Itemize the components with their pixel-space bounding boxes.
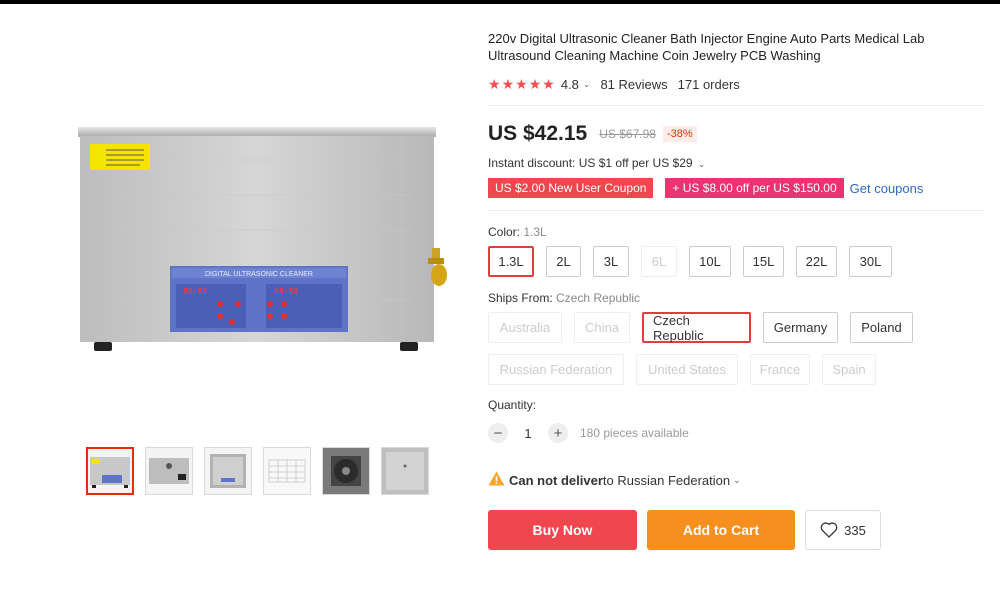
star-icon: ★ <box>528 76 542 92</box>
ships-from-selected-value: Czech Republic <box>556 291 641 305</box>
thumbnail-cleaner-back-image <box>149 458 189 484</box>
color-option-1-3l[interactable]: 1.3L <box>488 246 534 277</box>
ships-option-france: France <box>750 354 810 385</box>
ships-option-russian-federation: Russian Federation <box>488 354 624 385</box>
rating-value[interactable]: 4.8 <box>561 77 579 92</box>
thumbnail-3[interactable] <box>204 447 252 495</box>
add-to-cart-button[interactable]: Add to Cart <box>647 510 795 550</box>
main-product-image[interactable]: DIGITAL ULTRASONIC CLEANER 88:88 88:88 <box>70 100 450 370</box>
reviews-link[interactable]: 81 Reviews <box>600 77 667 92</box>
star-icon: ★ <box>542 76 555 92</box>
current-price: US $42.15 <box>488 122 588 145</box>
instant-discount-text: Instant discount: US $1 off per US $29 <box>488 156 693 170</box>
ships-option-spain: Spain <box>822 354 876 385</box>
thumbnail-cleaner-front-image <box>90 457 130 488</box>
color-label: Color: 1.3L <box>488 225 988 239</box>
action-buttons: Buy Now Add to Cart 335 <box>488 510 988 550</box>
delivery-notice[interactable]: Can not deliver to Russian Federation ⌄ <box>488 471 988 489</box>
star-icon: ★ <box>501 76 515 92</box>
ultrasonic-cleaner-image: DIGITAL ULTRASONIC CLEANER 88:88 88:88 <box>78 127 447 351</box>
quantity-available: 180 pieces available <box>580 426 689 440</box>
store-coupon[interactable]: + US $8.00 off per US $150.00 <box>665 178 844 198</box>
warning-icon <box>488 471 505 489</box>
ships-option-australia: Australia <box>488 312 562 343</box>
svg-text:88:88: 88:88 <box>274 287 298 296</box>
coupon-row: US $2.00 New User Coupon + US $8.00 off … <box>488 178 988 198</box>
get-coupons-link[interactable]: Get coupons <box>850 181 924 196</box>
thumbnail-6[interactable] <box>381 447 429 495</box>
heart-icon <box>820 522 838 538</box>
new-user-coupon[interactable]: US $2.00 New User Coupon <box>488 178 654 198</box>
ships-option-germany[interactable]: Germany <box>763 312 838 343</box>
ships-option-czech-republic[interactable]: Czech Republic <box>642 312 751 343</box>
ships-from-options-row-2: Russian Federation United States France … <box>488 354 988 385</box>
thumbnail-strip <box>86 447 429 495</box>
thumbnail-basket-image <box>264 448 310 494</box>
ships-from-label-text: Ships From: <box>488 291 557 305</box>
ships-from-label: Ships From: Czech Republic <box>488 291 988 305</box>
thumbnail-cleaner-side-image <box>210 454 246 488</box>
chevron-down-icon: ⌄ <box>697 159 706 169</box>
thumbnail-tank-interior-image <box>382 448 428 494</box>
delivery-notice-text: to Russian Federation <box>602 472 731 488</box>
color-option-2l[interactable]: 2L <box>546 246 581 277</box>
star-icon: ★ <box>488 76 501 92</box>
chevron-down-icon[interactable]: ⌄ <box>583 79 591 90</box>
chevron-down-icon: ⌄ <box>733 474 741 485</box>
star-icon: ★ <box>515 76 528 92</box>
original-price: US $67.98 <box>599 127 656 141</box>
ships-from-options-row-1: Australia China Czech Republic Germany P… <box>488 312 988 343</box>
svg-text:88:88: 88:88 <box>183 287 207 296</box>
product-title: 220v Digital Ultrasonic Cleaner Bath Inj… <box>488 31 925 63</box>
thumbnail-5[interactable] <box>322 447 370 495</box>
thumbnail-4[interactable] <box>263 447 311 495</box>
delivery-notice-bold: Can not deliver <box>509 472 603 488</box>
color-option-10l[interactable]: 10L <box>689 246 731 277</box>
color-option-30l[interactable]: 30L <box>849 246 892 277</box>
thumbnail-2[interactable] <box>145 447 193 495</box>
color-option-15l[interactable]: 15L <box>743 246 784 277</box>
divider <box>488 105 984 106</box>
ships-option-china: China <box>574 312 630 343</box>
color-label-text: Color: <box>488 225 524 239</box>
divider <box>488 210 984 211</box>
wishlist-button[interactable]: 335 <box>805 510 881 550</box>
instant-discount[interactable]: Instant discount: US $1 off per US $29 ⌄ <box>488 156 988 170</box>
buy-now-button[interactable]: Buy Now <box>488 510 637 550</box>
quantity-increase-button[interactable]: + <box>548 423 568 443</box>
ships-option-united-states: United States <box>636 354 738 385</box>
thumbnail-1[interactable] <box>86 447 134 495</box>
color-options: 1.3L 2L 3L 6L 10L 15L 22L 30L <box>488 246 988 277</box>
quantity-decrease-button[interactable]: − <box>488 423 508 443</box>
color-option-3l[interactable]: 3L <box>593 246 629 277</box>
wishlist-count: 335 <box>844 522 866 538</box>
color-option-22l[interactable]: 22L <box>796 246 837 277</box>
top-bar <box>0 0 1000 4</box>
quantity-stepper: − 1 + 180 pieces available <box>488 423 988 443</box>
device-panel-label: DIGITAL ULTRASONIC CLEANER <box>205 271 313 278</box>
rating-row: ★ ★ ★ ★ ★ 4.8 ⌄ 81 Reviews 171 orders <box>488 75 988 93</box>
color-selected-value: 1.3L <box>523 225 547 239</box>
ships-option-poland[interactable]: Poland <box>850 312 913 343</box>
color-option-6l: 6L <box>641 246 677 277</box>
quantity-input[interactable]: 1 <box>516 426 540 441</box>
quantity-label: Quantity: <box>488 398 537 412</box>
orders-count: 171 orders <box>677 76 740 92</box>
discount-badge: -38% <box>662 126 697 142</box>
product-info: 220v Digital Ultrasonic Cleaner Bath Inj… <box>488 30 988 550</box>
price-row: US $42.15 US $67.98 -38% <box>488 118 988 150</box>
thumbnail-fan-image <box>323 448 369 494</box>
rating-stars: ★ ★ ★ ★ ★ <box>488 77 555 91</box>
